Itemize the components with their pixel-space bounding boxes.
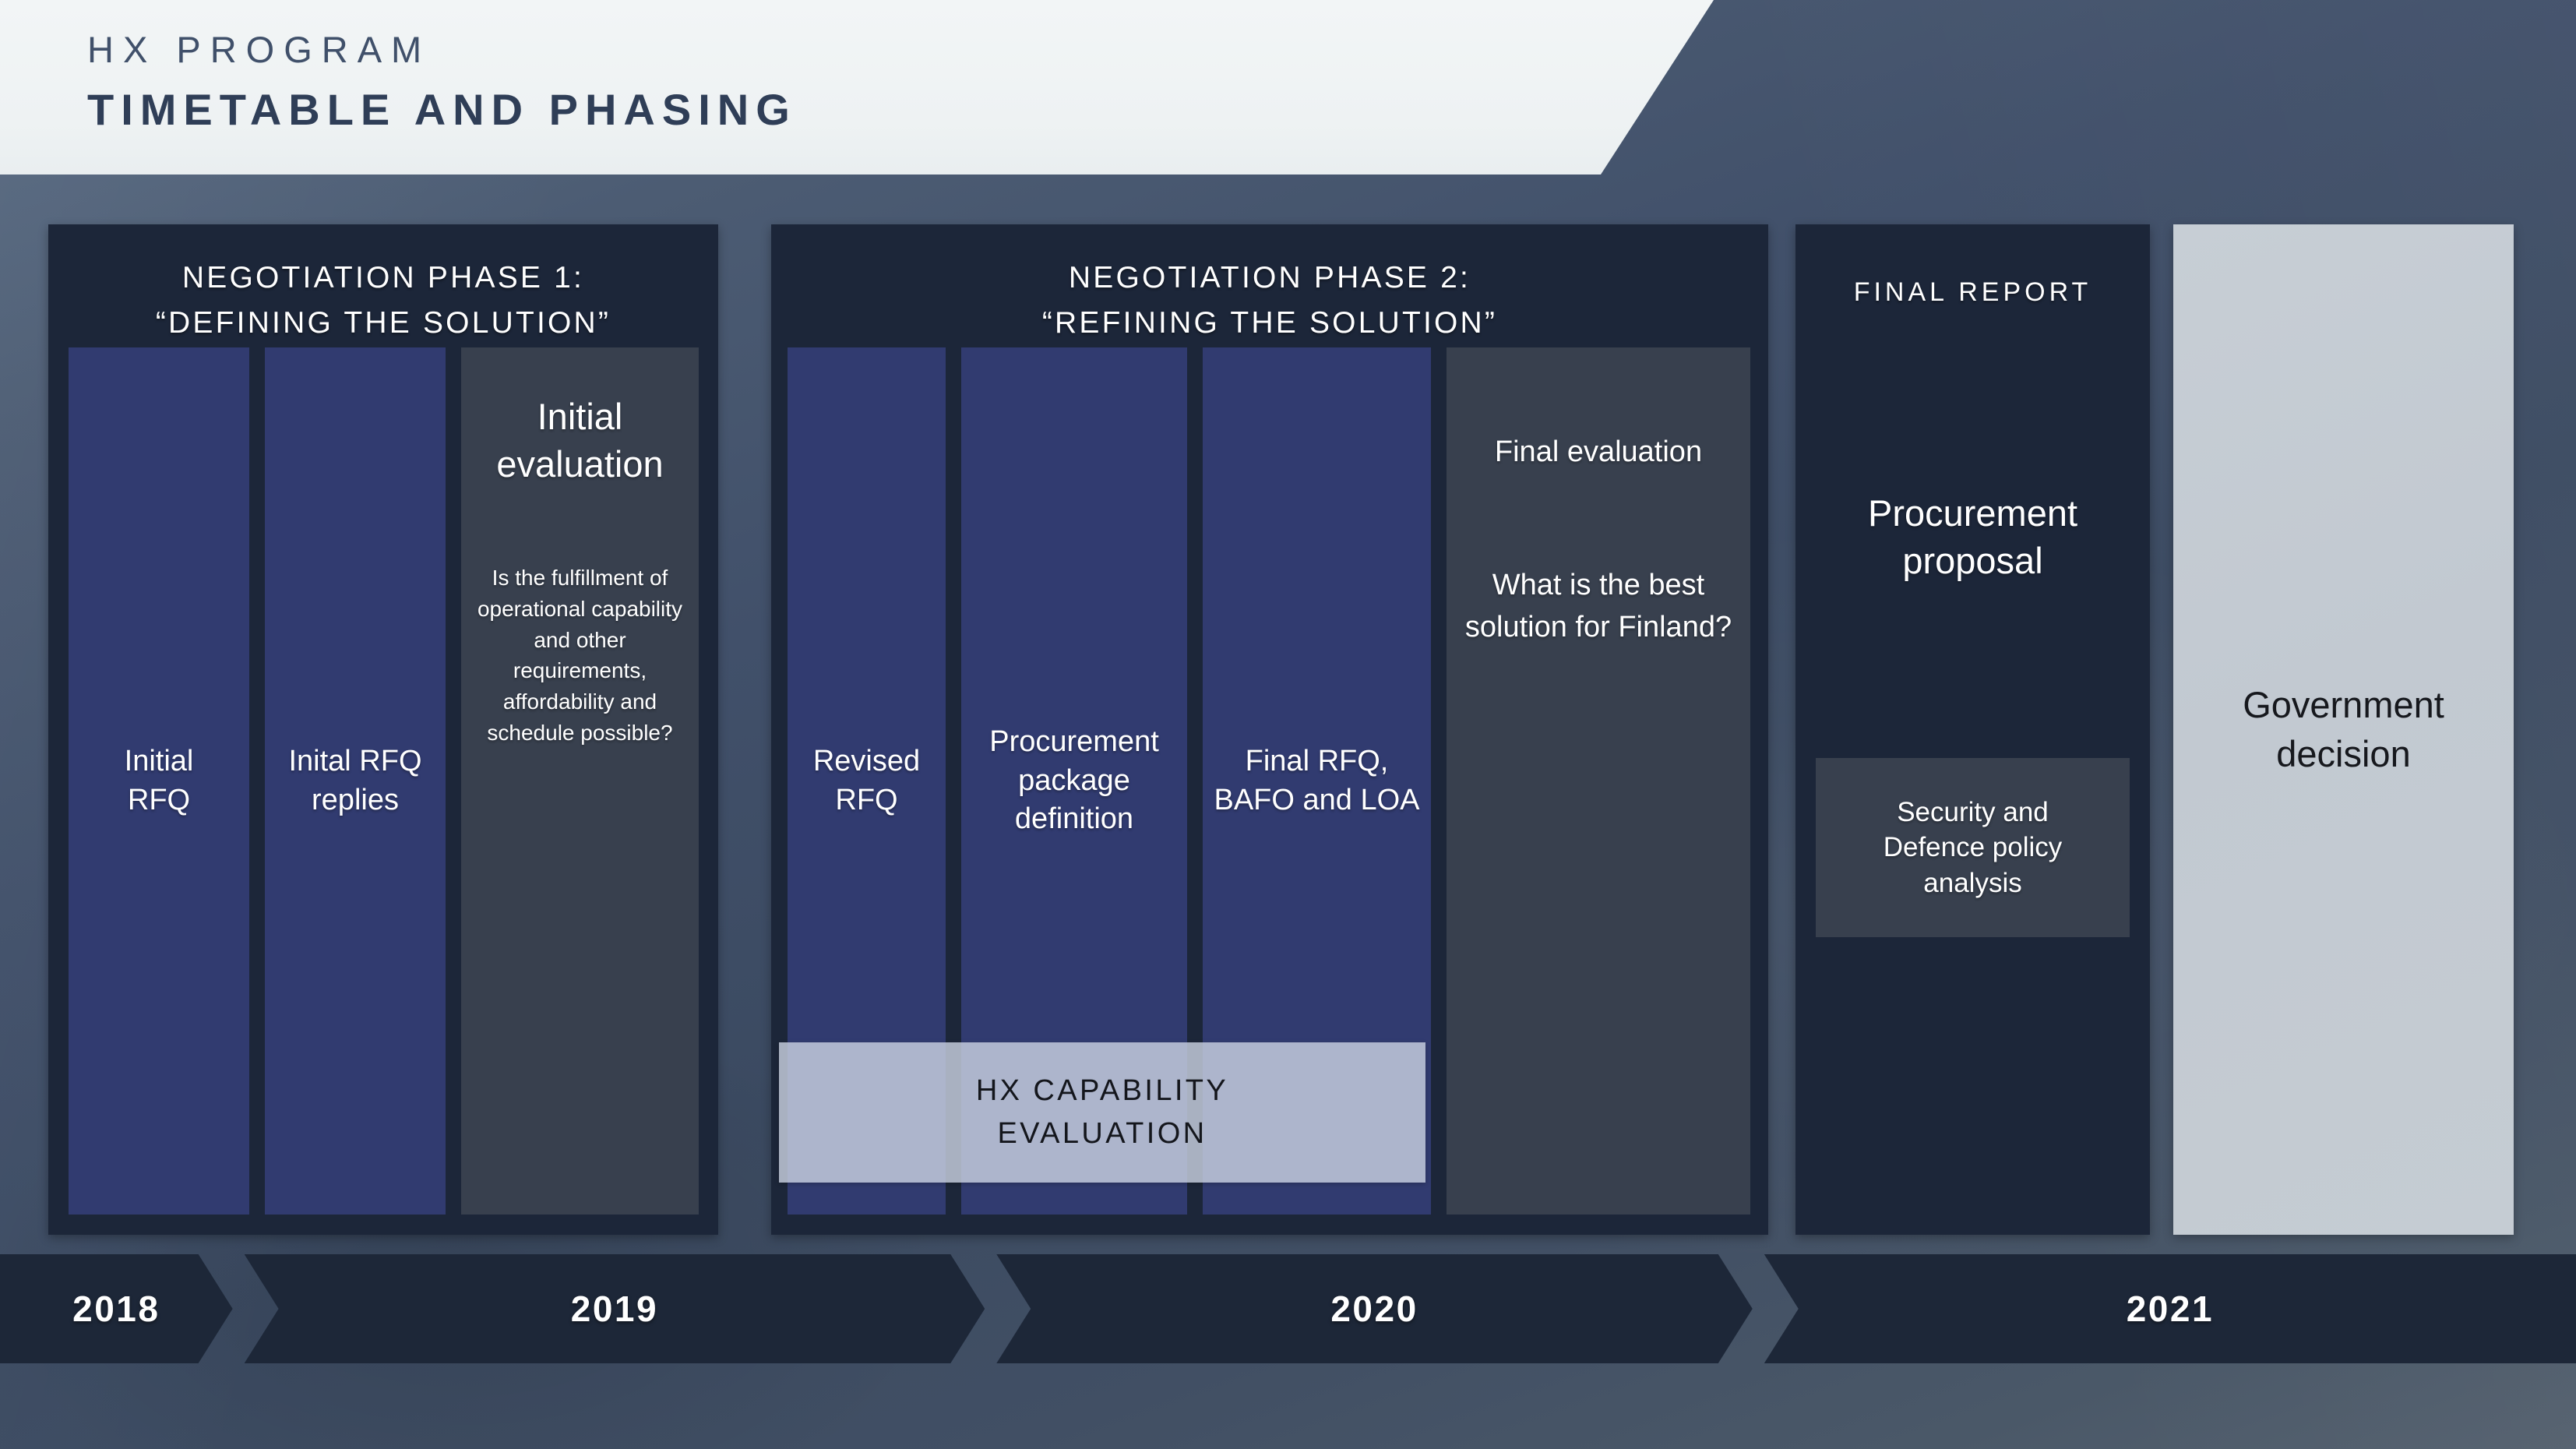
column-initial-rfq[interactable]: Initial RFQ xyxy=(69,347,249,1215)
final-report-title: FINAL REPORT xyxy=(1853,277,2092,307)
timeline-year-bar: 2018 2019 2020 2021 xyxy=(0,1254,2576,1363)
column-revised-rfq-label: Revised RFQ xyxy=(812,745,921,816)
content-area: NEGOTIATION PHASE 1: “DEFINING THE SOLUT… xyxy=(0,175,2576,1236)
hx-capability-evaluation-label: HX CAPABILITY EVALUATION xyxy=(975,1074,1229,1150)
timeline-year-2021[interactable]: 2021 xyxy=(1764,1254,2576,1363)
timeline-year-2021-label: 2021 xyxy=(2126,1289,2215,1329)
header-band: HX PROGRAM TIMETABLE AND PHASING xyxy=(0,0,1714,175)
column-initial-evaluation-body: Is the fulfillment of operational capabi… xyxy=(477,566,683,745)
phase-2-title: NEGOTIATION PHASE 2: “REFINING THE SOLUT… xyxy=(1041,261,1498,340)
phase-1-title: NEGOTIATION PHASE 1: “DEFINING THE SOLUT… xyxy=(155,261,611,340)
security-and-defence-policy-analysis-label: Security and Defence policy analysis xyxy=(1883,796,2063,898)
timeline-year-2018-label: 2018 xyxy=(72,1289,160,1329)
column-inital-rfq-replies-label: Inital RFQ replies xyxy=(288,745,422,816)
column-initial-rfq-label: Initial RFQ xyxy=(124,745,194,816)
government-decision-label: Government decision xyxy=(2243,684,2444,774)
panel-government-decision[interactable]: Government decision xyxy=(2173,224,2514,1235)
column-procurement-package-definition-label: Procurement package definition xyxy=(989,725,1159,836)
header-eyebrow: HX PROGRAM xyxy=(87,29,432,70)
timeline-year-2020-label: 2020 xyxy=(1330,1289,1418,1329)
timeline-year-2019-label: 2019 xyxy=(570,1289,659,1329)
panel-negotiation-phase-1: NEGOTIATION PHASE 1: “DEFINING THE SOLUT… xyxy=(48,224,718,1235)
column-initial-evaluation[interactable]: Initial evaluation Is the fulfillment of… xyxy=(461,347,699,1215)
panel-final-report: FINAL REPORT Procurement proposal Securi… xyxy=(1795,224,2150,1235)
procurement-proposal-label: Procurement proposal xyxy=(1867,492,2078,582)
timeline-year-2020[interactable]: 2020 xyxy=(996,1254,1753,1363)
page-title: TIMETABLE AND PHASING xyxy=(87,85,797,134)
slide-canvas: HX PROGRAM TIMETABLE AND PHASING NEGOTIA… xyxy=(0,0,2576,1449)
column-initial-evaluation-label: Initial evaluation xyxy=(496,396,664,485)
column-final-evaluation-body: What is the best solution for Finland? xyxy=(1464,569,1732,644)
timeline-year-2019[interactable]: 2019 xyxy=(245,1254,985,1363)
column-final-evaluation-label: Final evaluation xyxy=(1494,435,1703,468)
hx-capability-evaluation-band[interactable]: HX CAPABILITY EVALUATION xyxy=(779,1042,1425,1183)
column-final-rfq-bafo-loa-label: Final RFQ, BAFO and LOA xyxy=(1214,745,1420,816)
column-inital-rfq-replies[interactable]: Inital RFQ replies xyxy=(265,347,446,1215)
header-text-group: HX PROGRAM TIMETABLE AND PHASING xyxy=(87,31,797,132)
timeline-year-2018[interactable]: 2018 xyxy=(0,1254,233,1363)
security-and-defence-policy-analysis-box[interactable]: Security and Defence policy analysis xyxy=(1816,758,2130,937)
column-final-evaluation[interactable]: Final evaluation What is the best soluti… xyxy=(1447,347,1750,1215)
